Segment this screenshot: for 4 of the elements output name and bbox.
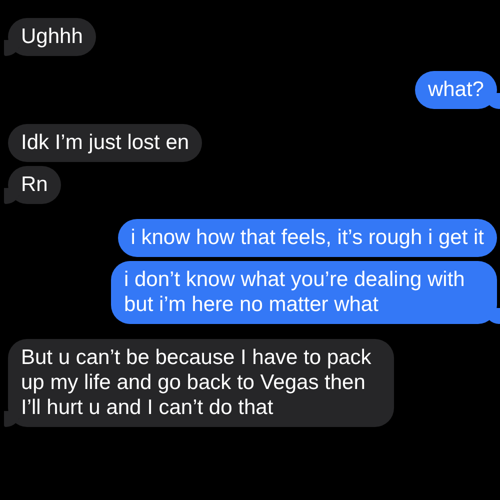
- received-message: Idk I’m just lost en: [8, 124, 202, 162]
- sent-message: what?: [414, 71, 497, 109]
- sent-message: i know how that feels, it’s rough i get it: [118, 219, 497, 257]
- sent-message: i don’t know what you’re dealing with but i’m here no matter what: [111, 261, 497, 324]
